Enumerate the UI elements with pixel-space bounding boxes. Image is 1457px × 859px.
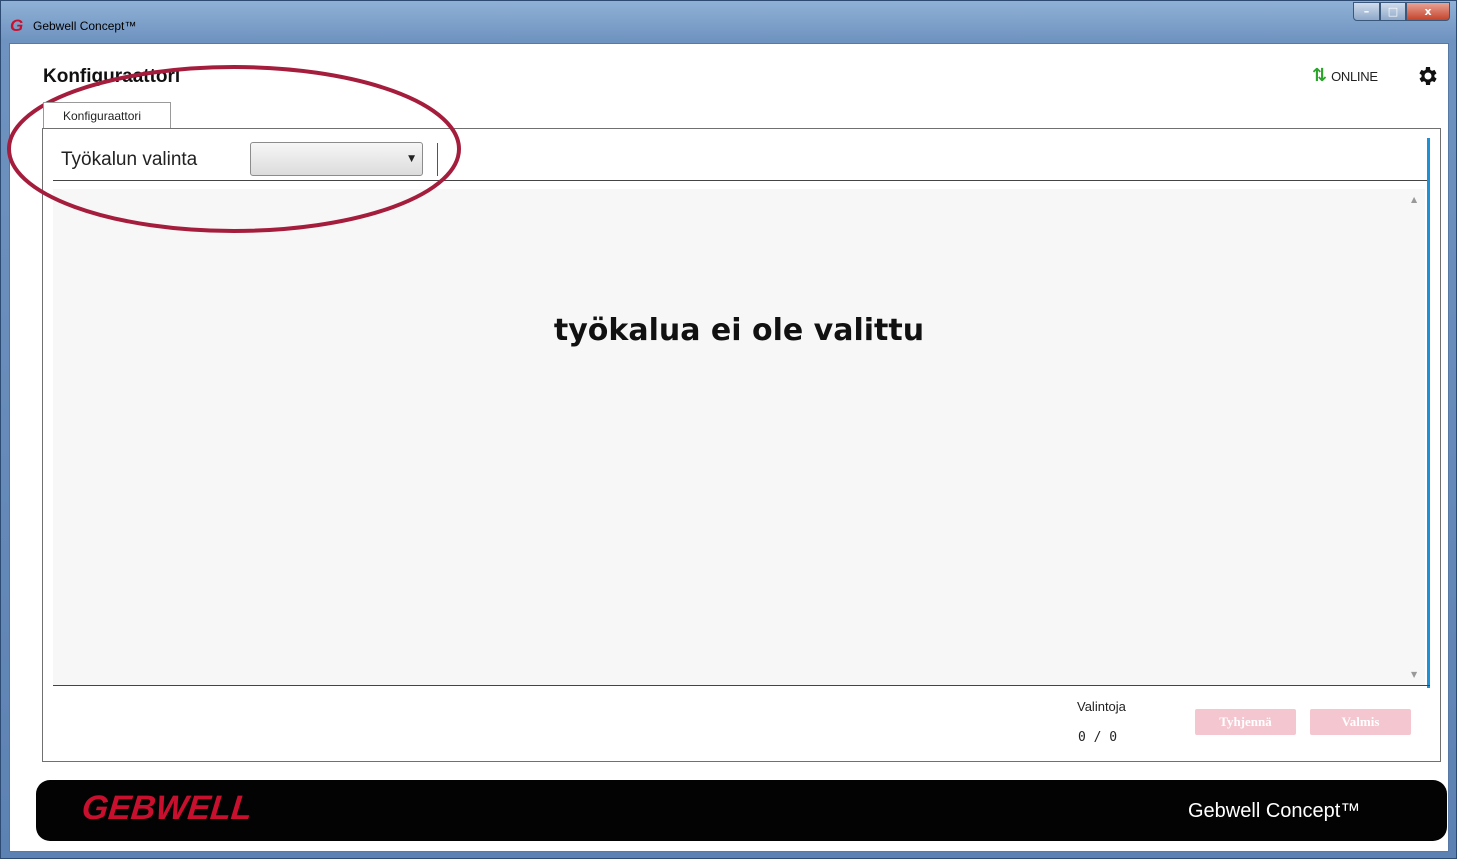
focus-accent-line [1427,138,1430,688]
minimize-button[interactable]: – [1353,2,1380,21]
tool-select-dropdown[interactable]: ▼ [250,142,423,176]
tool-select-label: Työkalun valinta [61,149,198,170]
brand-footer: GEBWELL Gebwell Concept™ [36,780,1447,841]
tool-content-area: työkalua ei ole valittu ▲ ▼ [53,189,1425,685]
connection-status[interactable]: ⇅ ONLINE [1312,65,1378,86]
window-title: Gebwell Concept™ [33,19,137,33]
done-button[interactable]: Valmis [1310,709,1411,735]
chevron-down-icon: ▼ [408,154,415,164]
footer-separator [53,685,1430,686]
close-button[interactable]: x [1406,2,1450,21]
vertical-scrollbar[interactable]: ▲ ▼ [1407,189,1425,685]
toolbar-divider [437,143,438,176]
window-controls: – □ x [1353,2,1450,21]
title-bar[interactable]: G Gebwell Concept™ – □ x [1,1,1456,43]
tab-konfiguraattori[interactable]: Konfiguraattori [43,102,171,128]
app-logo-icon: G [10,16,24,35]
app-window: G Gebwell Concept™ – □ x Konfiguraattori… [0,0,1457,859]
gebwell-logo: GEBWELL [80,789,255,827]
minimize-icon: – [1363,5,1370,18]
page-title: Konfiguraattori [43,66,181,87]
gear-icon[interactable] [1416,64,1440,88]
footer-product-name: Gebwell Concept™ [1188,800,1361,822]
configurator-panel: Työkalun valinta ▼ työkalua ei ole valit… [42,128,1441,762]
selection-count-value: 0 / 0 [1078,730,1118,745]
maximize-icon: □ [1387,5,1399,18]
up-down-arrows-icon: ⇅ [1312,65,1328,86]
client-area: Konfiguraattori ⇅ ONLINE Konfiguraattori… [9,43,1449,852]
scroll-up-icon[interactable]: ▲ [1411,195,1417,204]
clear-button[interactable]: Tyhjennä [1195,709,1296,735]
close-icon: x [1424,5,1432,18]
maximize-button[interactable]: □ [1380,2,1406,21]
connection-status-label: ONLINE [1331,68,1378,84]
toolbar-separator [53,180,1430,181]
empty-state-message: työkalua ei ole valittu [553,313,925,348]
scroll-down-icon[interactable]: ▼ [1411,670,1417,679]
selection-count-label: Valintoja [1077,699,1126,714]
